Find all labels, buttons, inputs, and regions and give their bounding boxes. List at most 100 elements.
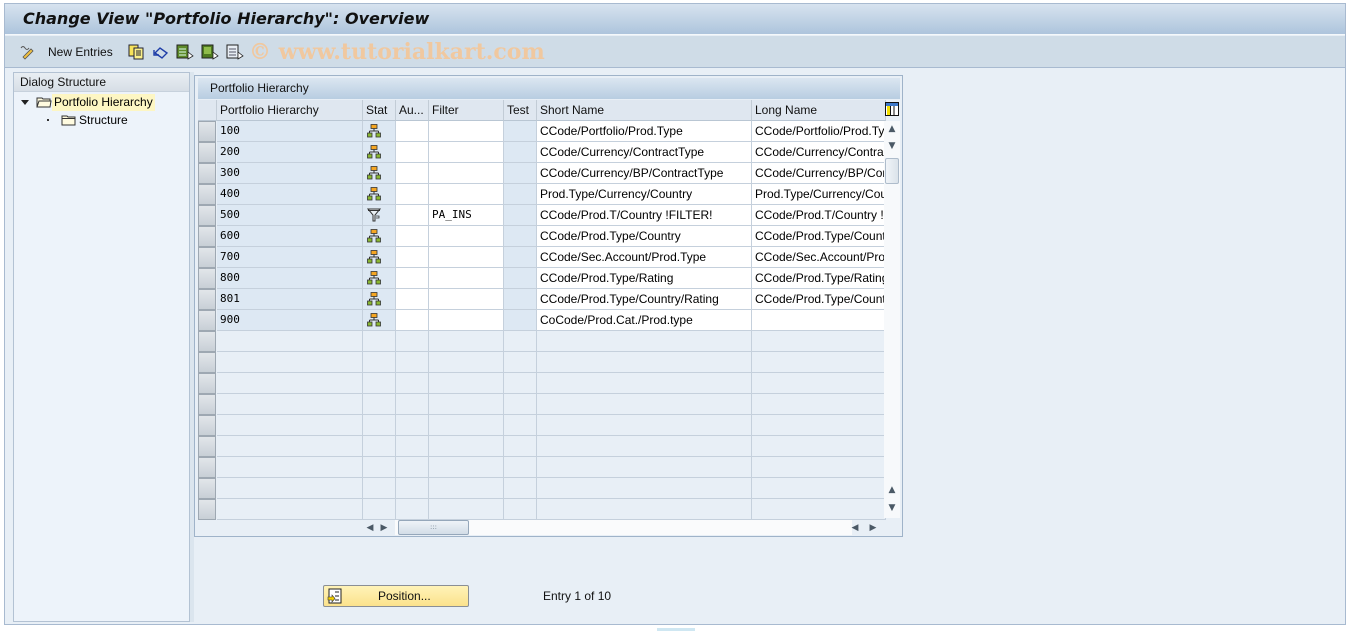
scroll-up-button-bottom[interactable]: ▲ xyxy=(884,482,900,498)
cell-short-name[interactable]: CCode/Prod.T/Country !FILTER! xyxy=(537,205,752,226)
cell-short-name[interactable]: CoCode/Prod.Cat./Prod.type xyxy=(537,310,752,331)
row-selector-button[interactable] xyxy=(198,247,216,268)
row-selector-button[interactable] xyxy=(198,142,216,163)
vertical-scrollbar[interactable]: ▲ ▼ ▲ ▼ xyxy=(884,121,900,518)
cell-long-name[interactable]: CCode/Prod.Type/Count xyxy=(752,226,886,247)
scroll-down-button-bottom[interactable]: ▼ xyxy=(884,500,900,516)
row-selector-button[interactable] xyxy=(198,331,216,352)
row-selector-button[interactable] xyxy=(198,373,216,394)
cell-short-name[interactable]: CCode/Sec.Account/Prod.Type xyxy=(537,247,752,268)
cell-filter[interactable] xyxy=(429,289,504,310)
tree-item-portfolio-hierarchy[interactable]: Portfolio Hierarchy xyxy=(14,93,189,111)
cell-stat xyxy=(363,352,396,373)
cell-au[interactable] xyxy=(396,268,429,289)
cell-au[interactable] xyxy=(396,184,429,205)
cell-au[interactable] xyxy=(396,121,429,142)
cell-filter xyxy=(429,373,504,394)
horizontal-scroll-thumb[interactable]: ::: xyxy=(398,520,469,535)
column-header-test[interactable]: Test xyxy=(504,100,537,121)
cell-filter[interactable] xyxy=(429,184,504,205)
cell-short-name[interactable]: CCode/Prod.Type/Country xyxy=(537,226,752,247)
column-config-icon[interactable] xyxy=(885,102,899,116)
cell-filter[interactable] xyxy=(429,247,504,268)
row-selector-button[interactable] xyxy=(198,499,216,520)
cell-stat xyxy=(363,457,396,478)
cell-au[interactable] xyxy=(396,142,429,163)
column-header-short-name[interactable]: Short Name xyxy=(537,100,752,121)
display-change-button[interactable] xyxy=(19,42,37,62)
cell-au[interactable] xyxy=(396,247,429,268)
cell-filter[interactable] xyxy=(429,163,504,184)
cell-short-name[interactable]: CCode/Currency/BP/ContractType xyxy=(537,163,752,184)
cell-long-name[interactable]: CCode/Currency/Contrac xyxy=(752,142,886,163)
column-header-stat[interactable]: Stat xyxy=(363,100,396,121)
cell-long-name[interactable]: CCode/Portfolio/Prod.Ty xyxy=(752,121,886,142)
row-selector-button[interactable] xyxy=(198,415,216,436)
cell-filter[interactable] xyxy=(429,142,504,163)
cell-long-name[interactable]: CCode/Prod.Type/Rating xyxy=(752,268,886,289)
copy-as-button[interactable] xyxy=(128,42,144,62)
row-selector-button[interactable] xyxy=(198,478,216,499)
hierarchy-icon xyxy=(367,166,381,180)
cell-filter[interactable] xyxy=(429,268,504,289)
column-header-long-name[interactable]: Long Name xyxy=(752,100,886,121)
row-selector-button[interactable] xyxy=(198,457,216,478)
row-selector-button[interactable] xyxy=(198,352,216,373)
cell-au[interactable] xyxy=(396,289,429,310)
row-selector-button[interactable] xyxy=(198,436,216,457)
column-header-portfolio-hierarchy[interactable]: Portfolio Hierarchy xyxy=(217,100,363,121)
row-selector-button[interactable] xyxy=(198,394,216,415)
cell-short-name[interactable]: CCode/Prod.Type/Country/Rating xyxy=(537,289,752,310)
cell-au[interactable] xyxy=(396,310,429,331)
select-block-button[interactable] xyxy=(201,42,219,62)
row-selector-button[interactable] xyxy=(198,289,216,310)
row-selector-button[interactable] xyxy=(198,268,216,289)
cell-long-name[interactable]: CCode/Sec.Account/Pro xyxy=(752,247,886,268)
cell-short-name[interactable]: CCode/Prod.Type/Rating xyxy=(537,268,752,289)
horizontal-scrollbar[interactable]: ◀ ▶ ::: ◀ ▶ xyxy=(362,520,884,535)
cell-au[interactable] xyxy=(396,205,429,226)
select-all-rows-header[interactable] xyxy=(198,100,217,121)
cell-long-name[interactable]: Prod.Type/Currency/Cou xyxy=(752,184,886,205)
undo-change-button[interactable] xyxy=(152,42,170,62)
cell-filter[interactable] xyxy=(429,121,504,142)
cell-filter[interactable]: PA_INS xyxy=(429,205,504,226)
cell-au xyxy=(396,436,429,457)
row-selector-button[interactable] xyxy=(198,184,216,205)
cell-au[interactable] xyxy=(396,163,429,184)
vertical-scroll-thumb[interactable] xyxy=(885,158,899,184)
position-button[interactable]: Position... xyxy=(323,585,469,607)
row-selector-button[interactable] xyxy=(198,310,216,331)
column-header-filter[interactable]: Filter xyxy=(429,100,504,121)
cell-long-name[interactable] xyxy=(752,310,886,331)
cell-filter[interactable] xyxy=(429,310,504,331)
hierarchy-icon xyxy=(367,145,381,159)
cell-stat xyxy=(363,289,396,310)
row-selector-button[interactable] xyxy=(198,226,216,247)
cell-short-name[interactable]: Prod.Type/Currency/Country xyxy=(537,184,752,205)
cell-long-name[interactable]: CCode/Prod.T/Country ! xyxy=(752,205,886,226)
scroll-up-button[interactable]: ▲ xyxy=(884,121,900,137)
scroll-right-button-right[interactable]: ▶ xyxy=(865,520,881,535)
cell-filter[interactable] xyxy=(429,226,504,247)
cell-portfolio-hierarchy xyxy=(217,457,363,478)
deselect-all-button[interactable] xyxy=(226,42,244,62)
cell-au[interactable] xyxy=(396,226,429,247)
expand-triangle-icon[interactable] xyxy=(21,99,29,105)
row-selector-button[interactable] xyxy=(198,121,216,142)
tree-item-structure[interactable]: Structure xyxy=(14,111,189,129)
cell-test xyxy=(504,268,537,289)
cell-long-name[interactable]: CCode/Currency/BP/Con xyxy=(752,163,886,184)
new-entries-button[interactable]: New Entries xyxy=(48,42,113,62)
select-all-button[interactable] xyxy=(176,42,194,62)
scroll-down-button[interactable]: ▼ xyxy=(884,138,900,154)
cell-short-name[interactable]: CCode/Currency/ContractType xyxy=(537,142,752,163)
cell-portfolio-hierarchy xyxy=(217,415,363,436)
scroll-left-button-right[interactable]: ◀ xyxy=(847,520,863,535)
row-selector-button[interactable] xyxy=(198,163,216,184)
scroll-right-button[interactable]: ▶ xyxy=(376,520,392,535)
cell-long-name[interactable]: CCode/Prod.Type/Count xyxy=(752,289,886,310)
column-header-au[interactable]: Au... xyxy=(396,100,429,121)
cell-short-name[interactable]: CCode/Portfolio/Prod.Type xyxy=(537,121,752,142)
row-selector-button[interactable] xyxy=(198,205,216,226)
